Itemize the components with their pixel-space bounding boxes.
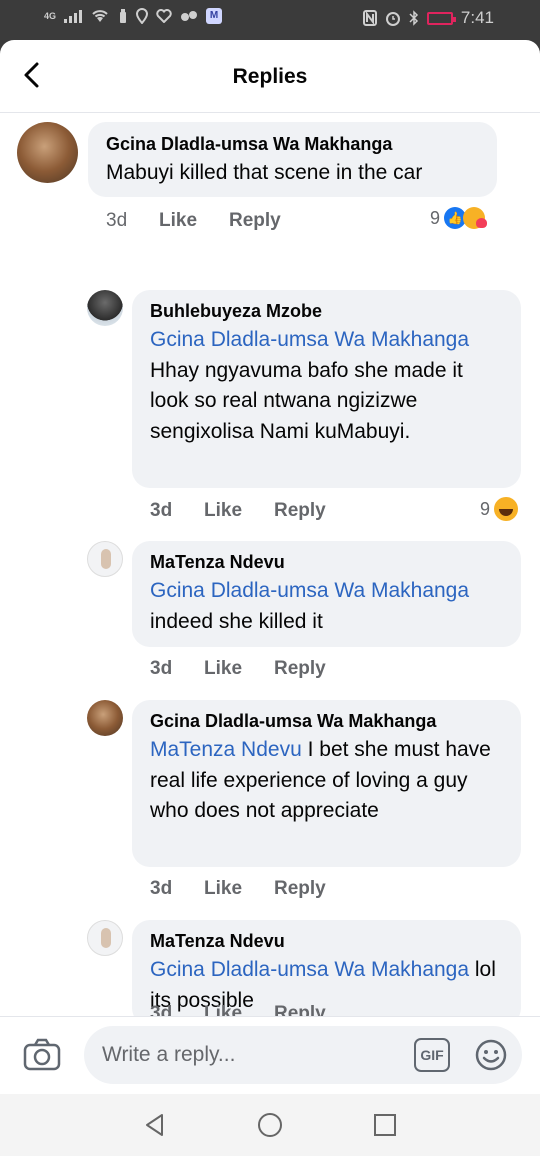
comment-author[interactable]: MaTenza Ndevu (150, 551, 503, 573)
comment-author[interactable]: Gcina Dladla-umsa Wa Makhanga (106, 133, 479, 155)
reply-button[interactable]: Reply (274, 1003, 326, 1016)
nav-recents-icon[interactable] (370, 1110, 400, 1140)
comment-bubble[interactable]: MaTenza Ndevu Gcina Dladla-umsa Wa Makha… (132, 920, 521, 1016)
nfc-icon (362, 10, 377, 26)
comment-text: MaTenza Ndevu I bet she must have real l… (150, 735, 503, 827)
comment-author[interactable]: Buhlebuyeza Mzobe (150, 300, 503, 322)
avatar[interactable] (87, 920, 123, 956)
page-title: Replies (232, 65, 308, 88)
comment-actions: 3d Like Reply (150, 1003, 350, 1016)
avatar[interactable] (17, 122, 78, 183)
comment-time: 3d (150, 500, 173, 521)
comment-body: indeed she killed it (150, 609, 323, 633)
like-button[interactable]: Like (204, 658, 242, 680)
comment-body: Hhay ngyavuma bafo she made it look so r… (150, 358, 463, 443)
network-type: 4G (44, 11, 57, 21)
comment-time: 3d (150, 878, 173, 899)
location-icon (136, 8, 149, 24)
nav-home-icon[interactable] (255, 1110, 285, 1140)
comment-author[interactable]: Gcina Dladla-umsa Wa Makhanga (150, 710, 503, 732)
battery-icon (426, 11, 456, 25)
heart-icon (156, 9, 172, 23)
like-button[interactable]: Like (204, 500, 242, 522)
reply-button[interactable]: Reply (229, 210, 281, 232)
mention-link[interactable]: Gcina Dladla-umsa Wa Makhanga (150, 579, 469, 602)
reaction-count: 9 (480, 498, 491, 519)
mention-link[interactable]: Gcina Dladla-umsa Wa Makhanga (150, 328, 469, 351)
header: Replies (0, 40, 540, 113)
avatar[interactable] (87, 541, 123, 577)
like-button[interactable]: Like (204, 878, 242, 900)
reply-button[interactable]: Reply (274, 878, 326, 900)
mention-link[interactable]: Gcina Dladla-umsa Wa Makhanga (150, 958, 469, 981)
comment-time: 3d (106, 210, 128, 231)
comment-time: 3d (150, 1003, 173, 1016)
like-button[interactable]: Like (159, 210, 197, 232)
notification-app-icon (181, 11, 198, 21)
reply-field[interactable]: GIF (84, 1026, 522, 1084)
comment-bubble[interactable]: MaTenza Ndevu Gcina Dladla-umsa Wa Makha… (132, 541, 521, 647)
avatar[interactable] (87, 290, 123, 326)
mention-link[interactable]: MaTenza Ndevu (150, 738, 302, 761)
comment-actions: 3d Like Reply (150, 500, 350, 524)
signal-icon (64, 9, 83, 23)
reaction-summary[interactable]: 9 👍 (430, 207, 488, 229)
gif-button[interactable]: GIF (414, 1038, 450, 1072)
comment-author[interactable]: MaTenza Ndevu (150, 930, 503, 952)
reply-button[interactable]: Reply (274, 500, 326, 522)
app-badge-icon: M (206, 8, 223, 24)
status-left: 4G M (44, 8, 223, 24)
comment-text: Gcina Dladla-umsa Wa Makhanga Hhay ngyav… (150, 325, 503, 447)
notification-bottle-icon (120, 9, 127, 23)
reply-input[interactable] (102, 1026, 402, 1084)
reply-button[interactable]: Reply (274, 658, 326, 680)
system-nav-bar (0, 1094, 540, 1156)
replies-sheet: Replies Gcina Dladla-umsa Wa Makhanga Ma… (0, 40, 540, 1156)
comment-body: Mabuyi killed that scene in the car (106, 161, 423, 184)
reply-composer: GIF (0, 1016, 540, 1094)
comment-actions: 3d Like Reply (150, 878, 350, 902)
comment-text: Gcina Dladla-umsa Wa Makhanga indeed she… (150, 576, 503, 637)
haha-reaction-icon (494, 497, 519, 521)
bluetooth-icon (409, 10, 418, 26)
comment-bubble[interactable]: Buhlebuyeza Mzobe Gcina Dladla-umsa Wa M… (132, 290, 521, 488)
reaction-count: 9 (430, 207, 441, 228)
comment-actions: 3d Like Reply (106, 210, 306, 234)
clock: 7:41 (460, 8, 494, 27)
status-right: 7:41 (362, 8, 494, 28)
emoji-icon[interactable] (474, 1038, 508, 1072)
avatar[interactable] (87, 700, 123, 736)
care-reaction-icon (463, 207, 488, 229)
comment-bubble[interactable]: Gcina Dladla-umsa Wa Makhanga MaTenza Nd… (132, 700, 521, 867)
comment-thread[interactable]: Gcina Dladla-umsa Wa Makhanga Mabuyi kil… (0, 113, 540, 1016)
status-bar: 4G M 7:41 (0, 0, 540, 40)
alarm-icon (385, 12, 400, 26)
wifi-icon (92, 10, 108, 22)
nav-back-icon[interactable] (140, 1110, 170, 1140)
like-button[interactable]: Like (204, 1003, 242, 1016)
reaction-summary[interactable]: 9 (480, 497, 519, 521)
comment-bubble[interactable]: Gcina Dladla-umsa Wa Makhanga Mabuyi kil… (88, 122, 497, 197)
comment-text: Mabuyi killed that scene in the car (106, 158, 479, 189)
camera-icon[interactable] (22, 1037, 62, 1073)
comment-time: 3d (150, 658, 173, 679)
comment-actions: 3d Like Reply (150, 658, 350, 682)
